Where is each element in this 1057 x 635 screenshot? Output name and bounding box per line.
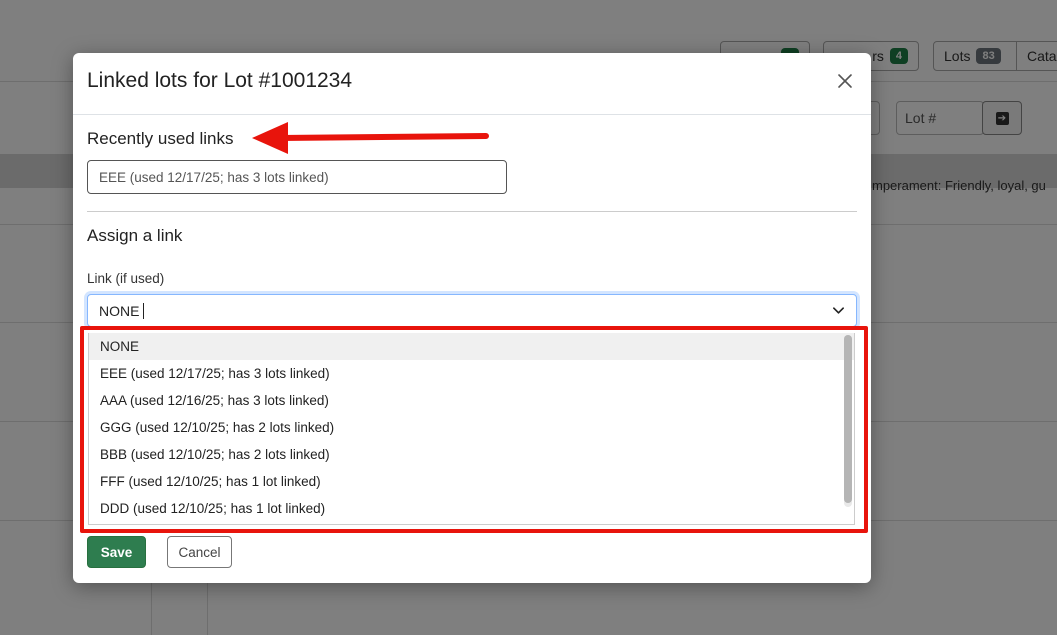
close-icon: [838, 74, 852, 88]
link-select[interactable]: NONE: [87, 294, 857, 327]
close-button[interactable]: [835, 71, 855, 91]
link-select-value: NONE: [99, 302, 140, 319]
recent-link-item[interactable]: EEE (used 12/17/25; has 3 lots linked): [87, 160, 507, 194]
dropdown-scrollbar[interactable]: [844, 335, 852, 507]
modal-title: Linked lots for Lot #1001234: [87, 69, 353, 92]
section-divider: [87, 211, 857, 212]
dropdown-option[interactable]: BBB (used 12/10/25; has 2 lots linked): [89, 441, 854, 468]
dropdown-scrollbar-thumb[interactable]: [844, 335, 852, 503]
chevron-down-icon[interactable]: [832, 304, 845, 317]
link-options-dropdown: NONE EEE (used 12/17/25; has 3 lots link…: [88, 333, 855, 525]
link-field-label: Link (if used): [87, 271, 165, 286]
dropdown-option[interactable]: EEE (used 12/17/25; has 3 lots linked): [89, 360, 854, 387]
cancel-button[interactable]: Cancel: [167, 536, 232, 568]
dropdown-option[interactable]: DDD (used 12/10/25; has 1 lot linked): [89, 495, 854, 522]
recent-links-heading: Recently used links: [87, 129, 234, 148]
save-button[interactable]: Save: [87, 536, 146, 568]
dropdown-option[interactable]: FFF (used 12/10/25; has 1 lot linked): [89, 468, 854, 495]
annotation-arrow-icon: [252, 122, 489, 154]
assign-link-heading: Assign a link: [87, 226, 183, 245]
dropdown-option[interactable]: AAA (used 12/16/25; has 3 lots linked): [89, 387, 854, 414]
dropdown-option[interactable]: GGG (used 12/10/25; has 2 lots linked): [89, 414, 854, 441]
text-cursor: [143, 302, 145, 319]
modal-header: Linked lots for Lot #1001234: [73, 53, 871, 115]
dropdown-option[interactable]: NONE: [89, 333, 854, 360]
